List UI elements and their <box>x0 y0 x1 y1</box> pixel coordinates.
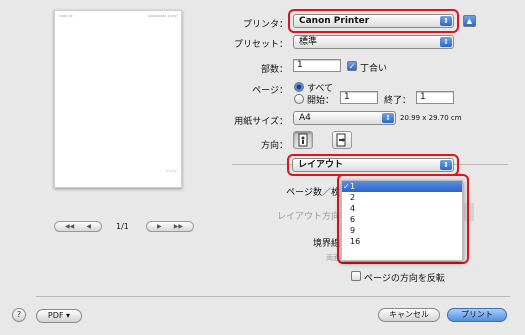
border-label: 境界線 <box>312 239 340 249</box>
last-page-icon[interactable]: ▶▶ <box>174 223 183 230</box>
menu-item-1[interactable]: ✓ 1 <box>342 181 462 192</box>
popup-arrows-icon: ⇕ <box>440 16 452 26</box>
copies-label: 部数： <box>260 65 288 75</box>
section-popup[interactable]: レイアウト ⇕ <box>292 158 454 172</box>
preview-footer: x-x-xx <box>166 169 177 173</box>
pages-per-sheet-menu: ✓ 1 2 4 6 9 16 <box>341 180 463 261</box>
preview-header-right: xxxxxxxxx x xxx <box>147 14 177 18</box>
paper-size-label: 用紙サイズ： <box>234 117 288 127</box>
checkmark-icon: ✓ <box>343 182 350 191</box>
pages-label: ページ： <box>252 86 288 96</box>
collate-checkbox[interactable]: ✓ <box>347 61 357 71</box>
reverse-orientation-label: ページの方向を反転 <box>364 274 445 284</box>
section-popup-value: レイアウト <box>298 160 344 170</box>
portrait-button[interactable] <box>293 131 313 149</box>
popup-arrows-icon: ⇕ <box>440 37 452 47</box>
preview-forward-buttons[interactable]: ▶ ▶▶ <box>146 221 194 232</box>
menu-item-2[interactable]: 2 <box>342 192 462 203</box>
layout-direction-label: レイアウト方向 <box>276 212 340 222</box>
preset-popup[interactable]: 標準 ⇕ <box>293 35 454 49</box>
disclosure-button[interactable]: ▲ <box>463 15 476 27</box>
popup-arrows-icon: ⇕ <box>440 160 452 170</box>
menu-item-label: 16 <box>350 237 361 246</box>
preview-back-buttons[interactable]: ◀◀ ◀ <box>54 221 102 232</box>
landscape-icon <box>336 133 346 147</box>
menu-item-label: 4 <box>350 204 356 213</box>
menu-item-label: 1 <box>350 182 356 191</box>
copies-input[interactable]: 1 <box>293 59 341 72</box>
paper-size-value: A4 <box>299 113 311 123</box>
portrait-icon <box>298 133 308 147</box>
page-counter: 1/1 <box>116 222 129 231</box>
print-preview-page: xxxx xx xxxxxxxxx x xxx x-x-xx <box>54 10 182 188</box>
next-page-icon[interactable]: ▶ <box>157 223 162 230</box>
cancel-button[interactable]: キャンセル <box>378 308 440 322</box>
paper-dimensions: 20.99 x 29.70 cm <box>400 114 462 122</box>
reverse-orientation-checkbox[interactable]: ✓ <box>351 271 361 281</box>
menu-item-9[interactable]: 9 <box>342 225 462 236</box>
landscape-button[interactable] <box>332 131 352 149</box>
popup-arrows-icon: ⇕ <box>382 113 394 123</box>
preset-value: 標準 <box>299 37 318 47</box>
help-button[interactable]: ? <box>12 308 26 322</box>
preview-header-left: xxxx xx <box>59 14 73 18</box>
pages-per-sheet-label: ページ数／枚 <box>286 188 340 198</box>
menu-item-16[interactable]: 16 <box>342 236 462 247</box>
help-icon: ? <box>16 310 22 319</box>
collate-label: 丁合い <box>360 64 388 74</box>
menu-item-label: 2 <box>350 193 356 202</box>
duplex-label: 両面 <box>326 254 340 262</box>
paper-size-popup[interactable]: A4 ⇕ <box>293 111 396 125</box>
disclosure-triangle-icon: ▲ <box>466 17 473 25</box>
first-page-icon[interactable]: ◀◀ <box>65 223 74 230</box>
menu-item-6[interactable]: 6 <box>342 214 462 225</box>
print-button[interactable]: プリント <box>447 308 507 322</box>
prev-page-icon[interactable]: ◀ <box>86 223 91 230</box>
preset-label: プリセット： <box>233 40 288 50</box>
pages-all-radio[interactable] <box>294 82 304 92</box>
pages-from-label: 開始： <box>307 96 335 106</box>
printer-popup[interactable]: Canon Printer ⇕ <box>293 14 454 28</box>
menu-item-4[interactable]: 4 <box>342 203 462 214</box>
printer-label: プリンタ： <box>242 20 288 30</box>
pages-to-label: 終了： <box>384 96 412 106</box>
footer-separator <box>36 296 510 297</box>
menu-item-label: 6 <box>350 215 356 224</box>
printer-value: Canon Printer <box>299 16 370 26</box>
pages-range-radio[interactable] <box>294 94 304 104</box>
menu-item-label: 9 <box>350 226 356 235</box>
orientation-label: 方向： <box>260 141 288 151</box>
pages-to-input[interactable]: 1 <box>416 91 454 104</box>
pages-from-input[interactable]: 1 <box>340 91 378 104</box>
pdf-button[interactable]: PDF ▾ <box>36 309 82 323</box>
